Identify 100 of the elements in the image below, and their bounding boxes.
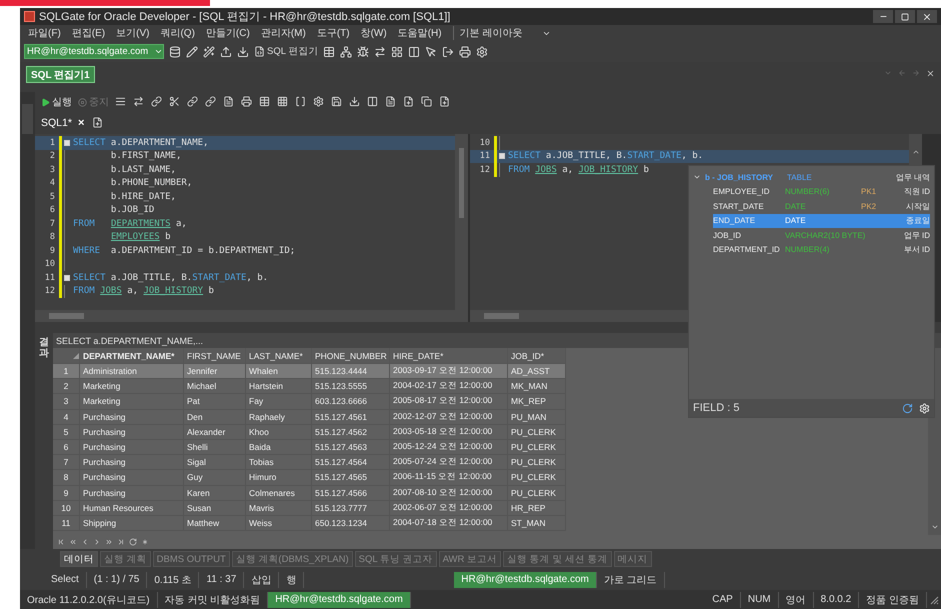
scroll-up-icon[interactable] bbox=[912, 148, 920, 156]
toolbar-icon[interactable] bbox=[237, 46, 249, 58]
toolbar-icon[interactable] bbox=[439, 96, 451, 108]
toolbar-icon[interactable] bbox=[187, 96, 199, 108]
toolbar-icon[interactable] bbox=[223, 96, 235, 108]
autocomplete-item[interactable]: EMPLOYEE_ID NUMBER(6) PK1 직원 ID bbox=[713, 184, 930, 199]
vertical-scrollbar[interactable] bbox=[455, 134, 468, 310]
code-text: EMPLOYEES b bbox=[110, 232, 171, 242]
column-header[interactable]: JOB_ID* bbox=[508, 348, 566, 364]
menu-item[interactable]: 만들기(C) bbox=[206, 26, 250, 40]
fold-icon[interactable] bbox=[499, 153, 505, 160]
toolbar-icon[interactable] bbox=[408, 46, 420, 58]
toolbar-icon[interactable] bbox=[357, 46, 370, 58]
menu-item[interactable]: 편집(E) bbox=[72, 26, 106, 40]
close-button[interactable] bbox=[917, 10, 937, 23]
table-cell: Baida bbox=[246, 440, 312, 456]
horizontal-scrollbar[interactable] bbox=[35, 310, 468, 322]
result-tab[interactable]: 데이터 bbox=[60, 551, 98, 567]
connection-status: HR@hr@testdb.sqlgate.com bbox=[454, 572, 597, 588]
navigation-icon[interactable] bbox=[57, 538, 65, 546]
menu-item[interactable]: 도움말(H) bbox=[398, 26, 442, 40]
toolbar-icon[interactable] bbox=[367, 96, 379, 108]
toolbar-icon[interactable] bbox=[295, 96, 307, 108]
menu-item[interactable]: 관리자(M) bbox=[260, 26, 306, 40]
scroll-down-icon[interactable] bbox=[930, 523, 938, 531]
toolbar-icon[interactable] bbox=[241, 96, 253, 108]
toolbar-icon[interactable] bbox=[331, 96, 343, 108]
toolbar-icon[interactable] bbox=[277, 96, 289, 108]
menu-item[interactable]: 창(W) bbox=[360, 26, 387, 40]
status-text: 11 : 37 bbox=[199, 572, 244, 588]
menu-item[interactable]: 쿼리(Q) bbox=[160, 26, 195, 40]
caret-icon[interactable] bbox=[154, 47, 163, 56]
toolbar-icon[interactable] bbox=[169, 46, 181, 58]
toolbar-icon[interactable] bbox=[425, 46, 438, 58]
navigation-icon[interactable] bbox=[129, 538, 137, 546]
menu-item[interactable]: 도구(T) bbox=[316, 26, 350, 40]
toolbar-icon[interactable] bbox=[340, 46, 352, 58]
document-tab[interactable]: SQL 편집기1 bbox=[26, 66, 95, 83]
toolbar-icon[interactable] bbox=[203, 46, 215, 58]
close-icon[interactable] bbox=[926, 69, 935, 78]
toolbar-icon[interactable] bbox=[133, 96, 145, 108]
connection-dropdown[interactable]: HR@hr@testdb.sqlgate.com bbox=[24, 44, 164, 59]
toolbar-icon[interactable] bbox=[391, 46, 404, 58]
toolbar-icon[interactable] bbox=[169, 96, 181, 108]
toolbar-icon[interactable] bbox=[115, 96, 127, 108]
minimize-button[interactable] bbox=[873, 10, 893, 23]
toolbar-icon[interactable] bbox=[186, 46, 198, 58]
document-icon[interactable] bbox=[254, 46, 265, 57]
toolbar-icon[interactable] bbox=[220, 46, 232, 58]
menu-item[interactable]: 보기(V) bbox=[116, 26, 150, 40]
table-cell: MK_MAN bbox=[508, 379, 566, 394]
new-tab-icon[interactable] bbox=[92, 117, 104, 129]
sql-editor-button[interactable]: SQL 편집기 bbox=[254, 45, 318, 58]
table-cell: Jennifer bbox=[184, 364, 246, 380]
toolbar-icon[interactable] bbox=[323, 46, 336, 58]
toolbar-icon[interactable] bbox=[205, 96, 217, 108]
status-text: 정품 인증됨 bbox=[859, 592, 927, 608]
column-header[interactable]: DEPARTMENT_NAME* bbox=[80, 348, 184, 364]
settings-icon[interactable] bbox=[919, 402, 930, 414]
layout-dropdown[interactable]: 기본 레이아웃 bbox=[452, 26, 556, 40]
run-button[interactable]: 실행 bbox=[41, 95, 72, 109]
autocomplete-item[interactable]: END_DATE DATE 종료일 bbox=[713, 214, 930, 228]
navigation-icon[interactable] bbox=[105, 538, 113, 546]
toolbar-icon[interactable] bbox=[313, 96, 325, 108]
status-text: Oracle 11.2.0.2.0(유니코드) bbox=[20, 592, 158, 608]
navigation-icon[interactable] bbox=[141, 538, 149, 546]
fold-icon[interactable] bbox=[64, 274, 70, 281]
toolbar-icon[interactable] bbox=[349, 96, 361, 108]
resize-grip-icon[interactable] bbox=[929, 594, 939, 604]
code-text: SELECT a.DEPARTMENT_NAME, bbox=[73, 138, 208, 148]
toolbar-icon[interactable] bbox=[259, 96, 271, 108]
navigation-icon[interactable] bbox=[69, 538, 77, 546]
column-header[interactable]: LAST_NAME* bbox=[246, 348, 312, 364]
toolbar-icon[interactable] bbox=[421, 96, 433, 108]
column-header[interactable]: FIRST_NAME bbox=[184, 348, 246, 364]
toolbar-icon[interactable] bbox=[459, 46, 472, 58]
toolbar-icon[interactable] bbox=[442, 46, 454, 58]
refresh-icon[interactable] bbox=[902, 402, 913, 414]
table-cell: 515.127.4561 bbox=[312, 410, 390, 425]
toolbar-icon[interactable] bbox=[151, 96, 163, 108]
column-header[interactable]: PHONE_NUMBER bbox=[312, 348, 390, 364]
editor-tab[interactable]: SQL1* × bbox=[39, 116, 86, 130]
table-cell: Sigal bbox=[184, 455, 246, 470]
menu-item[interactable]: 파일(F) bbox=[28, 26, 61, 40]
table-cell: 2006-11-15 오전 12:00:00 bbox=[390, 470, 508, 486]
toolbar-icon[interactable] bbox=[385, 96, 397, 108]
toolbar-icon[interactable] bbox=[403, 96, 415, 108]
close-icon[interactable] bbox=[922, 12, 932, 22]
play-icon[interactable] bbox=[41, 98, 50, 106]
toolbar-icon[interactable] bbox=[374, 46, 386, 58]
fold-icon[interactable] bbox=[64, 140, 70, 146]
autocomplete-item[interactable]: JOB_ID VARCHAR2(10 BYTE) 업무 ID bbox=[713, 228, 930, 242]
autocomplete-item[interactable]: DEPARTMENT_ID NUMBER(4) 부서 ID bbox=[713, 242, 930, 257]
column-header[interactable]: HIRE_DATE* bbox=[390, 348, 508, 364]
navigation-icon[interactable] bbox=[117, 538, 125, 546]
autocomplete-item[interactable]: START_DATE DATE PK2 시작일 bbox=[713, 199, 930, 214]
status-text: 행 bbox=[279, 572, 304, 588]
maximize-button[interactable] bbox=[895, 10, 915, 23]
maximize-icon[interactable] bbox=[901, 12, 909, 20]
toolbar-icon[interactable] bbox=[476, 46, 488, 58]
